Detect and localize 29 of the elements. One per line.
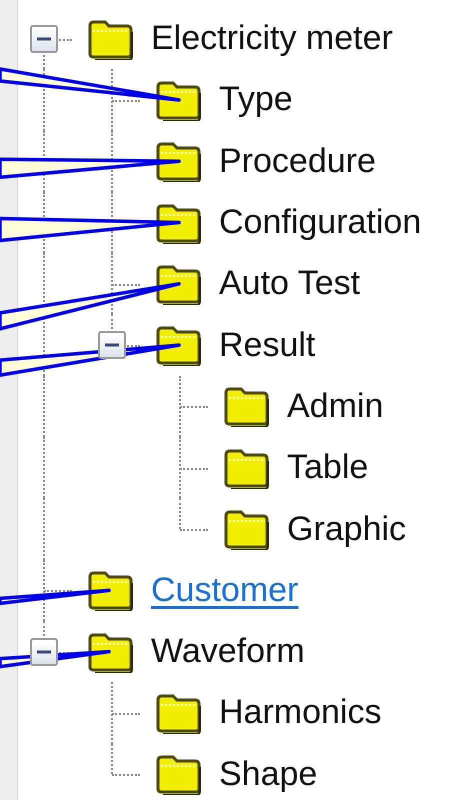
folder-icon bbox=[87, 630, 135, 673]
tree-item-label[interactable]: Graphic bbox=[287, 510, 406, 549]
tree-item-label[interactable]: Configuration bbox=[219, 203, 422, 242]
tree-item-label[interactable]: Result bbox=[219, 326, 316, 365]
collapse-button[interactable] bbox=[98, 331, 126, 360]
tree-item-label[interactable]: Harmonics bbox=[219, 693, 382, 732]
folder-icon bbox=[155, 262, 203, 305]
collapse-button[interactable] bbox=[30, 24, 58, 53]
folder-icon bbox=[155, 78, 203, 121]
folder-icon bbox=[87, 569, 135, 612]
tree-item-label[interactable]: Customer bbox=[151, 570, 298, 610]
tree-item-label[interactable]: Admin bbox=[287, 386, 384, 426]
tree-item-label[interactable]: Auto Test bbox=[219, 264, 360, 304]
folder-icon bbox=[223, 446, 271, 489]
tree-item-label[interactable]: Procedure bbox=[219, 142, 376, 181]
folder-icon bbox=[155, 202, 203, 244]
tree-item-label[interactable]: Shape bbox=[219, 754, 318, 794]
tree-item-label[interactable]: Table bbox=[287, 448, 368, 488]
folder-icon bbox=[223, 508, 271, 550]
folder-icon bbox=[155, 324, 203, 366]
collapse-button[interactable] bbox=[30, 638, 58, 666]
folder-icon bbox=[223, 385, 271, 428]
folder-icon bbox=[155, 753, 203, 796]
tree-item-label[interactable]: Electricity meter bbox=[151, 19, 393, 58]
tree-item-label[interactable]: Waveform bbox=[151, 632, 305, 672]
folder-icon bbox=[87, 18, 135, 60]
tree-item-label[interactable]: Type bbox=[219, 80, 293, 120]
folder-icon bbox=[155, 140, 203, 182]
folder-icon bbox=[155, 692, 203, 734]
